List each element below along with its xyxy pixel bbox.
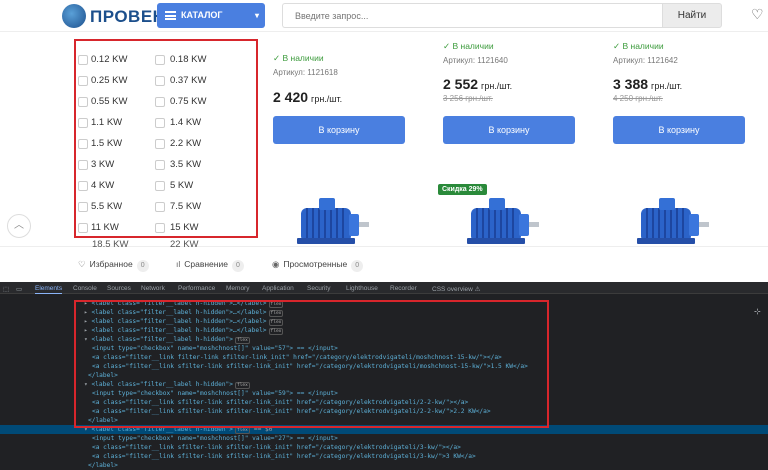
devtools-tab[interactable]: Elements <box>35 285 63 294</box>
availability-label: В наличии <box>622 41 664 51</box>
dom-node-line[interactable]: <a class="filter__link sfilter-link sfil… <box>92 453 476 460</box>
viewed-label: Просмотренные <box>283 259 348 269</box>
dom-node-text: <a class="filter__link sfilter-link sfil… <box>92 444 461 451</box>
bottom-bar: ♡ Избранное 0 ıl Сравнение 0 ◉ Просмотренные 0 <box>0 250 768 278</box>
motor-icon <box>297 198 369 244</box>
dom-node-text: </label> <box>88 462 118 469</box>
devtools-tab[interactable]: Security <box>307 285 330 292</box>
product-image[interactable] <box>291 190 373 252</box>
compare-link[interactable]: ıl Сравнение 0 <box>176 259 244 272</box>
search-input[interactable] <box>282 3 662 28</box>
heart-icon[interactable]: ♡ <box>751 6 764 23</box>
dom-node-line[interactable]: <input type="checkbox" name="moshchnost[… <box>92 435 338 442</box>
discount-badge: Скидка 29% <box>438 184 487 195</box>
price: 3 388 грн./шт. <box>613 76 682 92</box>
favorites-label: Избранное <box>89 259 133 269</box>
devtools-tab[interactable]: Network <box>141 285 165 292</box>
viewed-count: 0 <box>351 260 364 272</box>
price-unit: грн./шт. <box>311 94 343 104</box>
old-price: 3 256 грн./шт. <box>443 94 493 103</box>
heart-icon: ♡ <box>78 259 86 269</box>
devtools-tab[interactable]: Memory <box>226 285 249 292</box>
availability-status: ✓ В наличии <box>613 41 664 52</box>
devtools-tab[interactable]: Console <box>73 285 97 292</box>
motor-icon <box>467 198 539 244</box>
device-icon[interactable]: ▭ <box>16 285 22 293</box>
price-value: 3 388 <box>613 76 649 92</box>
price-value: 2 420 <box>273 89 309 105</box>
compare-label: Сравнение <box>184 259 228 269</box>
menu-icon <box>165 11 176 20</box>
add-to-cart-button[interactable]: В корзину <box>613 116 745 144</box>
availability-label: В наличии <box>452 41 494 51</box>
availability-label: В наличии <box>282 53 324 63</box>
favorites-link[interactable]: ♡ Избранное 0 <box>78 259 149 272</box>
availability-status: ✓ В наличии <box>443 41 494 52</box>
highlight-box <box>74 39 258 238</box>
viewed-link[interactable]: ◉ Просмотренные 0 <box>272 259 364 272</box>
price: 2 420 грн./шт. <box>273 89 342 105</box>
flex-badge[interactable]: flex <box>235 427 250 434</box>
chevron-down-icon: ▾ <box>254 11 259 20</box>
price-unit: грн./шт. <box>481 81 513 91</box>
devtools-tab[interactable]: Application <box>262 285 294 292</box>
logo-icon[interactable] <box>62 4 86 28</box>
devtools-highlight-box <box>74 300 549 428</box>
devtools-tab[interactable]: Lighthouse <box>346 285 378 292</box>
dom-node-text: <a class="filter__link sfilter-link sfil… <box>92 453 476 460</box>
compare-count: 0 <box>231 260 244 272</box>
search-button[interactable]: Найти <box>662 3 722 28</box>
availability-status: ✓ В наличии <box>273 53 324 64</box>
product-image[interactable] <box>631 190 713 252</box>
devtools-tab[interactable]: CSS overview ⚠ <box>432 285 480 293</box>
filter-option-label: 18.5 KW <box>92 239 129 250</box>
dom-node-line[interactable]: </label> <box>88 462 118 469</box>
add-to-cart-button[interactable]: В корзину <box>443 116 575 144</box>
favorites-count: 0 <box>136 260 149 272</box>
devtools-tab[interactable]: Performance <box>178 285 215 292</box>
inspect-icon[interactable]: ⬚ <box>3 285 9 293</box>
add-to-cart-button[interactable]: В корзину <box>273 116 405 144</box>
eye-icon: ◉ <box>272 259 280 269</box>
bar-chart-icon: ıl <box>176 259 181 269</box>
devtools-tabs: ⬚ ▭ Elements Console Sources Network Perform… <box>0 282 768 294</box>
pin-icon[interactable]: ⊹ <box>754 307 761 316</box>
price-unit: грн./шт. <box>651 81 683 91</box>
catalog-button[interactable]: КАТАЛОГ ТОВАРОВ ▾ <box>157 3 265 45</box>
dom-node-line[interactable]: <a class="filter__link sfilter-link sfil… <box>92 444 461 451</box>
article-number: Артикул: 1121642 <box>613 56 678 65</box>
article-number: Артикул: 1121640 <box>443 56 508 65</box>
product-image[interactable] <box>461 190 543 252</box>
old-price: 4 250 грн./шт. <box>613 94 663 103</box>
dom-node-text: <input type="checkbox" name="moshchnost[… <box>92 435 338 442</box>
devtools-tab[interactable]: Recorder <box>390 285 417 292</box>
price-value: 2 552 <box>443 76 479 92</box>
scroll-up-button[interactable]: ︿ <box>7 214 31 238</box>
article-number: Артикул: 1121618 <box>273 68 338 77</box>
motor-icon <box>637 198 709 244</box>
site-header: ПРОВЕНТ КАТАЛОГ ТОВАРОВ ▾ Найти ♡ <box>0 0 768 45</box>
filter-option-label: 22 KW <box>170 239 199 250</box>
price: 2 552 грн./шт. <box>443 76 512 92</box>
devtools-tab[interactable]: Sources <box>107 285 131 292</box>
